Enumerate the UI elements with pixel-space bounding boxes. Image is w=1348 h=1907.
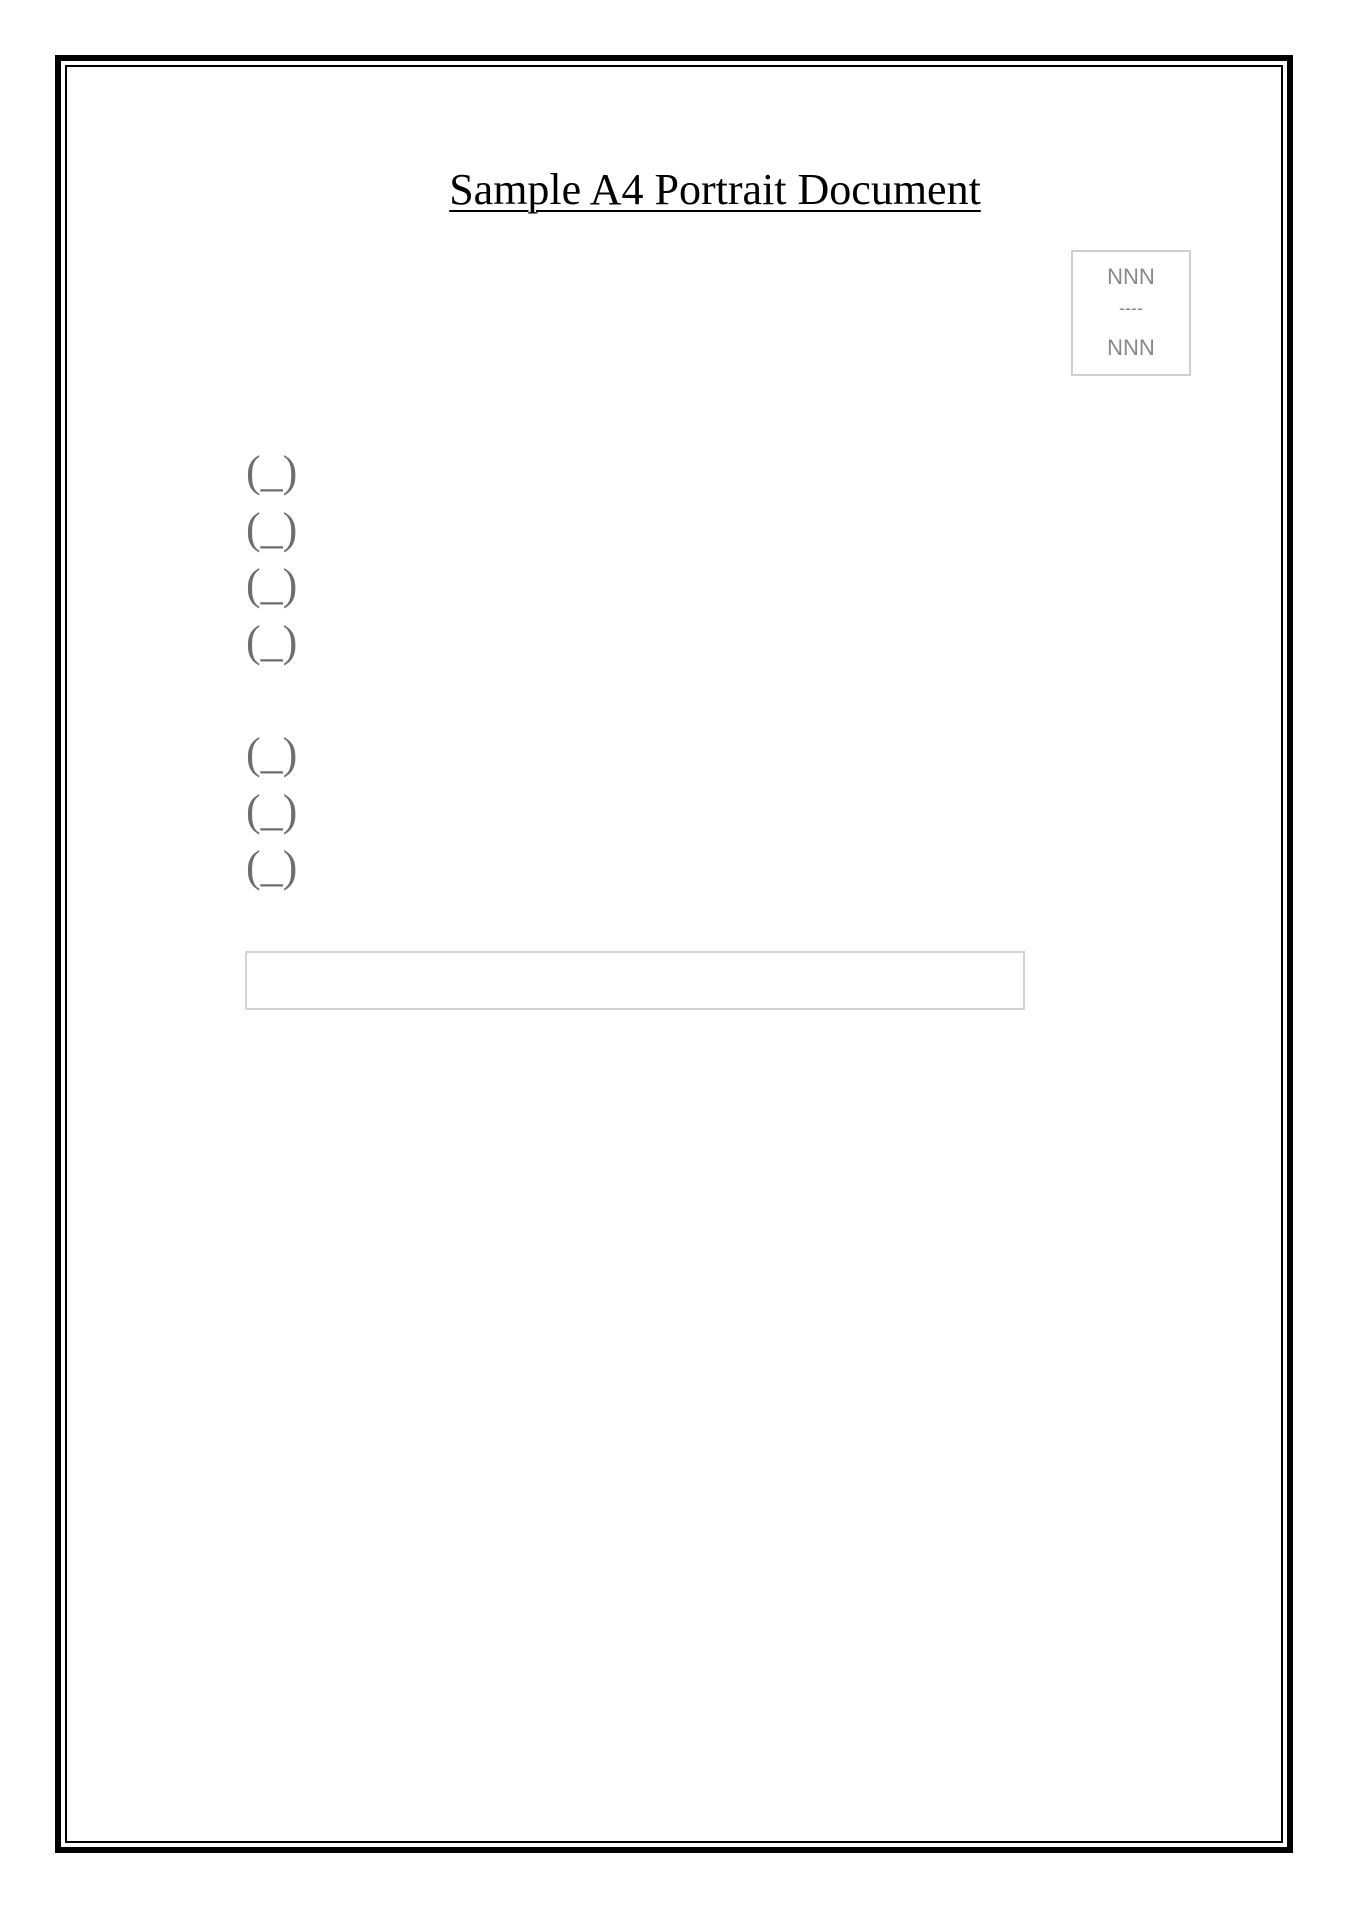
option-marker[interactable]: (_) [246, 620, 297, 664]
document-title: Sample A4 Portrait Document [449, 165, 981, 214]
option-marker[interactable]: (_) [246, 563, 297, 607]
code-box-bottom: NNN [1107, 335, 1155, 360]
code-box: NNN ---- NNN [1071, 250, 1191, 376]
answer-field[interactable] [245, 951, 1025, 1010]
option-marker[interactable]: (_) [246, 789, 297, 833]
option-marker[interactable]: (_) [246, 845, 297, 889]
option-marker[interactable]: (_) [246, 507, 297, 551]
code-box-top: NNN [1107, 264, 1155, 289]
option-marker[interactable]: (_) [246, 732, 297, 776]
code-box-separator: ---- [1119, 298, 1143, 318]
option-marker[interactable]: (_) [246, 450, 297, 494]
